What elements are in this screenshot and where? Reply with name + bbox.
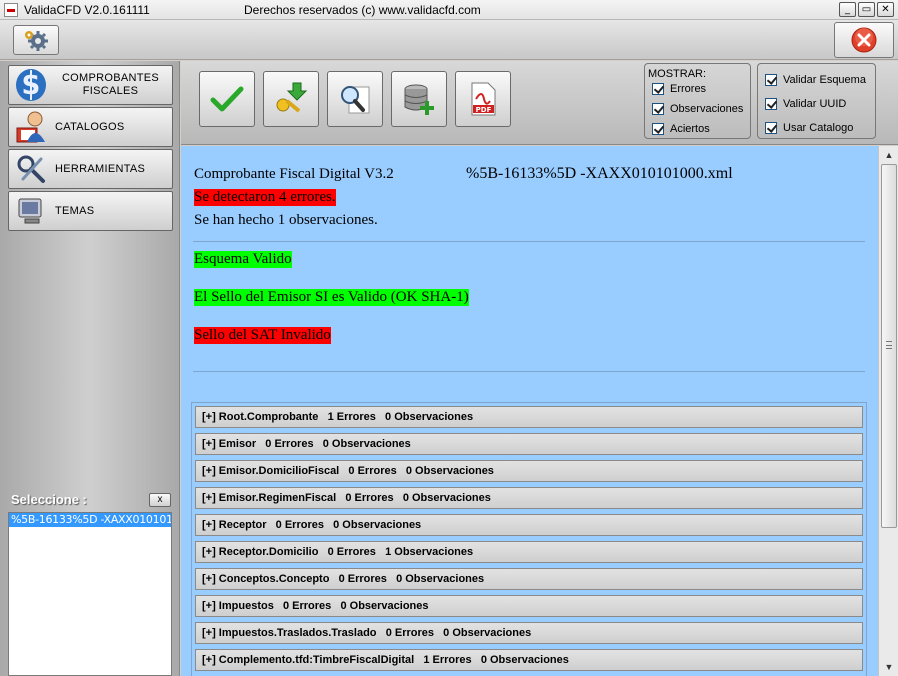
exit-button[interactable] xyxy=(834,22,894,58)
checkbox-checked-icon xyxy=(652,83,664,95)
divider xyxy=(193,371,865,372)
dollar-s-icon: S xyxy=(13,67,49,103)
mostrar-options-group: MOSTRAR: Errores Observaciones Aciertos xyxy=(644,63,751,139)
nav-comprobantes-fiscales[interactable]: S COMPROBANTES FISCALES xyxy=(8,65,173,105)
usar-catalogo-checkbox[interactable]: Usar Catalogo xyxy=(765,122,853,134)
section-row[interactable]: [+] Emisor.DomicilioFiscal 0 Errores 0 O… xyxy=(195,460,863,482)
show-aciertos-checkbox[interactable]: Aciertos xyxy=(652,123,710,135)
validation-options-group: Validar Esquema Validar UUID Usar Catalo… xyxy=(757,63,876,139)
scroll-down-arrow-icon[interactable]: ▼ xyxy=(881,659,897,675)
search-magnifier-icon xyxy=(341,86,370,114)
usar-catalogo-label: Usar Catalogo xyxy=(783,122,854,134)
user-book-icon xyxy=(13,109,49,145)
monitor-icon xyxy=(13,193,49,229)
checkbox-checked-icon xyxy=(652,123,664,135)
nav-herramientas[interactable]: HERRAMIENTAS xyxy=(8,149,173,189)
validar-uuid-checkbox[interactable]: Validar UUID xyxy=(765,98,846,110)
selection-list[interactable]: %5B-16133%5D -XAXX010101000.xml xyxy=(8,512,172,676)
pdf-icon: PDF xyxy=(471,82,496,116)
report-scrollbar[interactable]: ▲ ▼ xyxy=(878,146,898,676)
check-result-sello-sat: Sello del SAT Invalido xyxy=(194,327,331,344)
nav-comprobantes-line1: COMPROBANTES xyxy=(61,72,160,84)
check-result-esquema: Esquema Valido xyxy=(194,251,292,268)
nav-herramientas-label: HERRAMIENTAS xyxy=(55,163,146,175)
scroll-grip-icon xyxy=(886,341,892,349)
sections-list: [+] Root.Comprobante 1 Errores 0 Observa… xyxy=(191,402,867,676)
key-download-icon xyxy=(276,82,308,113)
show-aciertos-label: Aciertos xyxy=(670,123,710,135)
nav-temas-label: TEMAS xyxy=(55,205,95,217)
tools-icon xyxy=(13,151,49,187)
section-row[interactable]: [+] Impuestos.Traslados.Traslado 0 Error… xyxy=(195,622,863,644)
database-add-icon xyxy=(404,84,434,115)
toolbar: PDF MOSTRAR: Errores Observaciones Acier… xyxy=(181,61,898,145)
section-row[interactable]: [+] Conceptos.Concepto 0 Errores 0 Obser… xyxy=(195,568,863,590)
validar-esquema-label: Validar Esquema xyxy=(783,74,866,86)
section-row[interactable]: [+] Receptor.Domicilio 0 Errores 1 Obser… xyxy=(195,541,863,563)
svg-text:PDF: PDF xyxy=(476,106,492,114)
nav-comprobantes-label: COMPROBANTES FISCALES xyxy=(49,72,172,98)
maximize-button[interactable]: ▭ xyxy=(858,2,875,17)
validar-esquema-checkbox[interactable]: Validar Esquema xyxy=(765,74,866,86)
report-filename: %5B-16133%5D -XAXX010101000.xml xyxy=(466,165,733,182)
section-row[interactable]: [+] Receptor 0 Errores 0 Observaciones xyxy=(195,514,863,536)
errors-summary: Se detectaron 4 errores. xyxy=(194,189,336,206)
sidebar: S COMPROBANTES FISCALES CATALOGOS HERRAM… xyxy=(0,61,180,676)
section-row[interactable]: [+] Emisor 0 Errores 0 Observaciones xyxy=(195,433,863,455)
scroll-thumb[interactable] xyxy=(881,164,897,528)
mostrar-header: MOSTRAR: xyxy=(648,68,707,80)
report-panel: Comprobante Fiscal Digital V3.2 %5B-1613… xyxy=(181,146,878,676)
top-bar xyxy=(0,20,898,60)
clear-selection-button[interactable]: x xyxy=(149,493,171,507)
window-controls: _ ▭ ✕ xyxy=(839,2,894,17)
check-result-sello-emisor: El Sello del Emisor SI es Valido (OK SHA… xyxy=(194,289,469,306)
section-row[interactable]: [+] Emisor.RegimenFiscal 0 Errores 0 Obs… xyxy=(195,487,863,509)
report-heading: Comprobante Fiscal Digital V3.2 xyxy=(194,166,394,182)
checkbox-checked-icon xyxy=(765,98,777,110)
divider xyxy=(193,241,865,242)
search-button[interactable] xyxy=(327,71,383,127)
export-pdf-button[interactable]: PDF xyxy=(455,71,511,127)
validar-uuid-label: Validar UUID xyxy=(783,98,847,110)
title-bar: ValidaCFD V2.0.161111 Derechos reservado… xyxy=(0,0,898,20)
nav-catalogos-label: CATALOGOS xyxy=(55,121,125,133)
import-keys-button[interactable] xyxy=(263,71,319,127)
nav-catalogos[interactable]: CATALOGOS xyxy=(8,107,173,147)
validate-button[interactable] xyxy=(199,71,255,127)
selection-label: Seleccione : xyxy=(11,492,87,507)
show-errors-checkbox[interactable]: Errores xyxy=(652,83,706,95)
window-close-button[interactable]: ✕ xyxy=(877,2,894,17)
selection-list-item[interactable]: %5B-16133%5D -XAXX010101000.xml xyxy=(9,513,171,527)
observations-summary: Se han hecho 1 observaciones. xyxy=(194,212,378,228)
section-row[interactable]: [+] Complemento.tfd:TimbreFiscalDigital … xyxy=(195,649,863,671)
checkbox-checked-icon xyxy=(652,103,664,115)
window-title: ValidaCFD V2.0.161111 xyxy=(24,3,150,17)
app-icon xyxy=(4,3,18,17)
show-observations-label: Observaciones xyxy=(670,103,744,115)
close-circle-icon xyxy=(851,27,877,53)
database-button[interactable] xyxy=(391,71,447,127)
settings-button[interactable] xyxy=(13,25,59,55)
section-row[interactable]: [+] Impuestos 0 Errores 0 Observaciones xyxy=(195,595,863,617)
copyright-text: Derechos reservados (c) www.validacfd.co… xyxy=(244,3,481,17)
gear-icon xyxy=(25,31,48,51)
checkbox-checked-icon xyxy=(765,122,777,134)
scroll-up-arrow-icon[interactable]: ▲ xyxy=(881,147,897,163)
show-observations-checkbox[interactable]: Observaciones xyxy=(652,103,743,115)
show-errors-label: Errores xyxy=(670,83,707,95)
nav-comprobantes-line2: FISCALES xyxy=(82,85,139,97)
nav-temas[interactable]: TEMAS xyxy=(8,191,173,231)
minimize-button[interactable]: _ xyxy=(839,2,856,17)
validate-check-icon xyxy=(210,86,244,112)
checkbox-checked-icon xyxy=(765,74,777,86)
section-row[interactable]: [+] Root.Comprobante 1 Errores 0 Observa… xyxy=(195,406,863,428)
